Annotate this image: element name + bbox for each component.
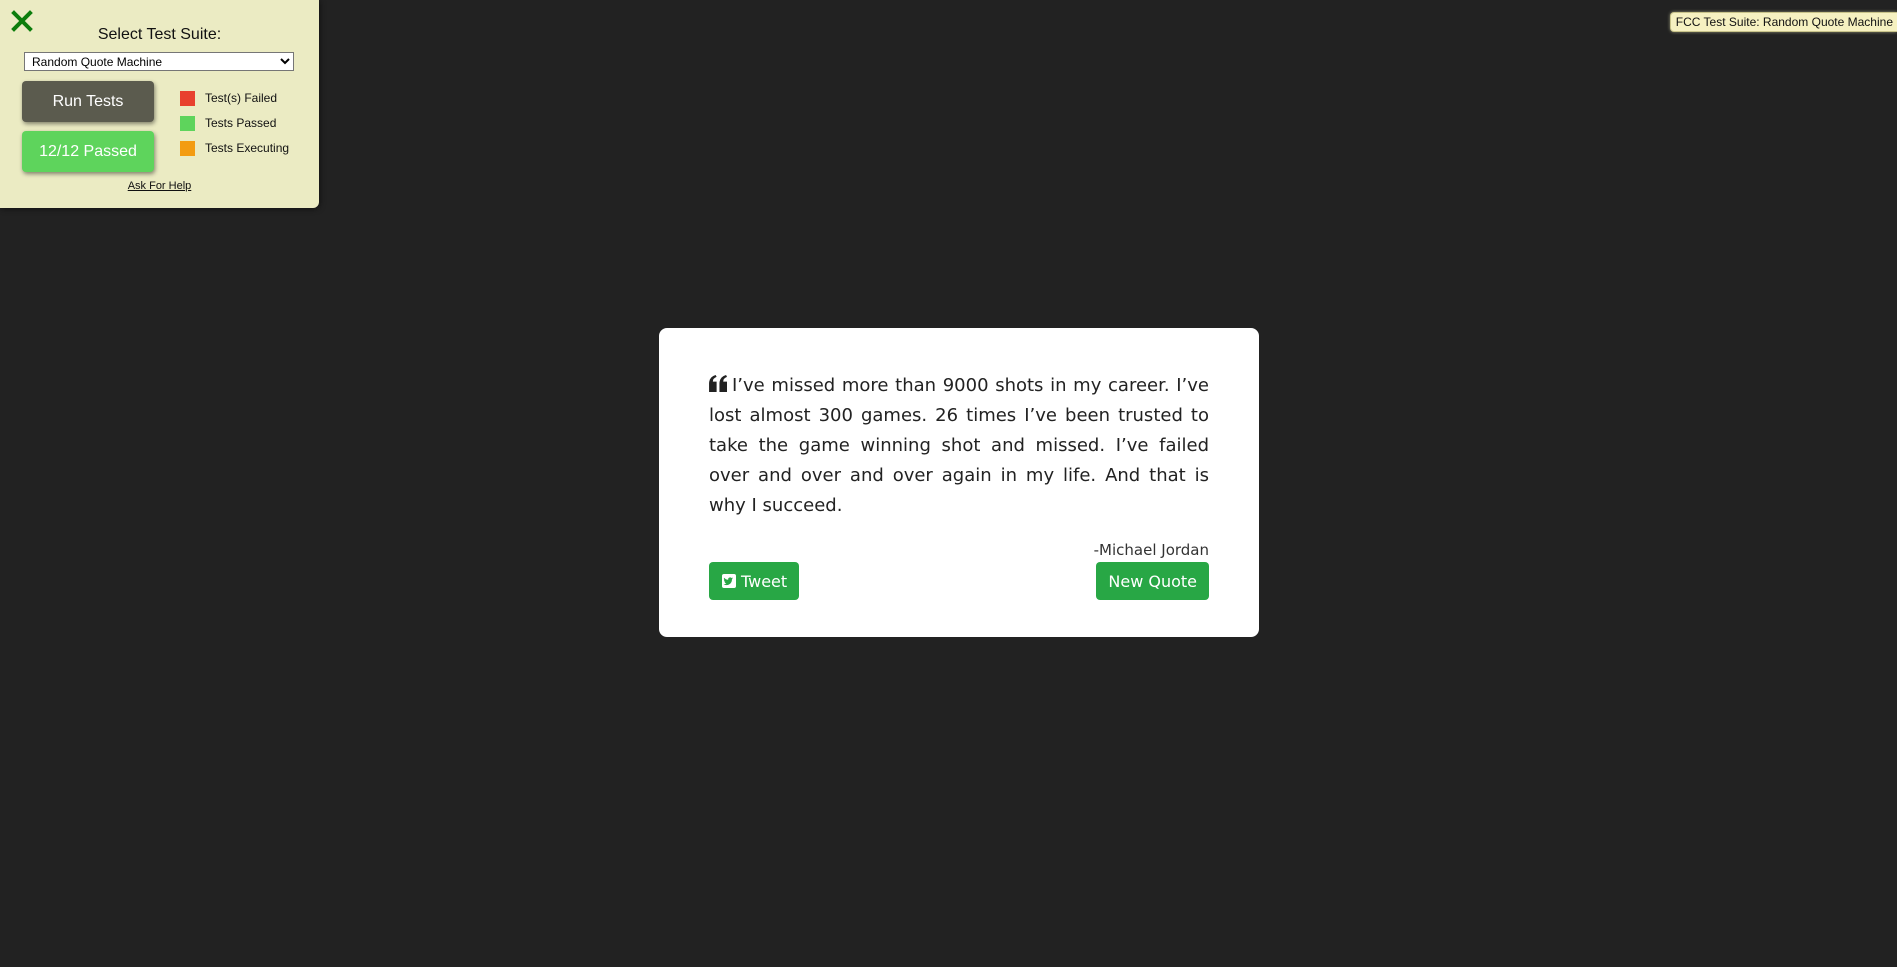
executing-swatch [180, 140, 195, 156]
legend-executing: Tests Executing [180, 140, 289, 156]
twitter-square-icon [722, 574, 736, 588]
run-tests-button[interactable]: Run Tests [22, 81, 154, 122]
fcc-test-panel: Select Test Suite: Random Quote Machine … [0, 0, 319, 208]
tweet-button[interactable]: Tweet [709, 562, 800, 600]
ask-for-help-link[interactable]: Ask For Help [0, 180, 319, 192]
quote-box: I’ve missed more than 9000 shots in my c… [659, 328, 1259, 637]
quote-actions: Tweet New Quote [709, 562, 1209, 600]
test-status-button[interactable]: 12/12 Passed [22, 131, 154, 172]
legend-executing-label: Tests Executing [205, 141, 290, 155]
quote-paragraph: I’ve missed more than 9000 shots in my c… [709, 371, 1209, 521]
quote-author: -Michael Jordan [1093, 541, 1209, 559]
new-quote-button[interactable]: New Quote [1096, 562, 1209, 600]
passed-swatch [180, 115, 195, 131]
legend-failed-label: Test(s) Failed [205, 91, 278, 105]
legend-failed: Test(s) Failed [180, 90, 277, 106]
test-suite-select[interactable]: Random Quote Machine [24, 52, 294, 71]
legend-passed-label: Tests Passed [205, 116, 277, 130]
tweet-label: Tweet [741, 571, 788, 591]
test-suite-title: Select Test Suite: [97, 26, 222, 43]
failed-swatch [180, 90, 195, 106]
fcc-suite-tag: FCC Test Suite: Random Quote Machine [1669, 12, 1897, 32]
quote-left-icon [709, 375, 727, 392]
quote-text: I’ve missed more than 9000 shots in my c… [709, 375, 1209, 516]
legend-passed: Tests Passed [180, 115, 276, 131]
